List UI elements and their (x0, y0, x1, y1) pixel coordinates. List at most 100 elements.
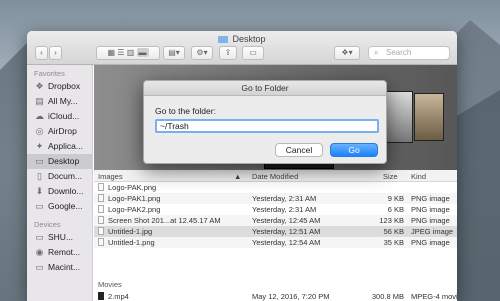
column-header-name[interactable]: Images (98, 172, 123, 181)
file-row[interactable]: Untitled-1.png Yesterday, 12:54 AM 35 KB PN… (94, 237, 457, 248)
file-name: Logo-PAK2.png (108, 205, 161, 214)
dropbox-button[interactable]: ❖▾ (334, 46, 360, 60)
file-kind: PNG image (411, 194, 450, 203)
file-icon (98, 216, 104, 224)
go-to-folder-dialog: Go to Folder Go to the folder: ~/Trash C… (143, 80, 387, 164)
file-row[interactable]: Untitled-1.jpg Yesterday, 12:51 AM 56 KB JP… (94, 226, 457, 237)
file-icon (98, 183, 104, 191)
file-row[interactable]: 2.mp4 May 12, 2016, 7:20 PM 300.8 MB MPEG-4… (94, 291, 457, 301)
sidebar-item-label: Downlo... (48, 186, 84, 196)
file-size: 300.8 MB (371, 292, 404, 301)
sidebar-item-label: All My... (48, 96, 78, 106)
file-name: Screen Shot 201...at 12.45.17 AM (108, 216, 221, 225)
file-kind: PNG image (411, 216, 450, 225)
sidebar: Favorites ❖ Dropbox ▤ All My... ☁ iCloud... ◎ A… (27, 65, 93, 301)
sidebar-item-icloud[interactable]: ☁ iCloud... (27, 109, 92, 124)
sidebar-item-downloads[interactable]: ⬇ Downlo... (27, 184, 92, 199)
sidebar-item-label: Desktop (48, 156, 80, 166)
window-title: Desktop (27, 34, 457, 44)
column-header-size[interactable]: Size (383, 172, 398, 181)
documents-icon: ▯ (37, 171, 42, 181)
sidebar-item-documents[interactable]: ▯ Docum... (27, 169, 92, 184)
sidebar-item-hard-drive[interactable]: ▭ Macint... (27, 260, 92, 275)
sidebar-item-applications[interactable]: ✦ Applica... (27, 139, 92, 154)
file-kind: JPEG image (411, 227, 454, 236)
file-icon (98, 205, 104, 213)
file-row[interactable]: Logo-PAK1.png Yesterday, 2:31 AM 9 KB PNG i… (94, 193, 457, 204)
sidebar-item-remote-disc[interactable]: ◉ Remot... (27, 245, 92, 260)
file-name: Logo-PAK.png (108, 183, 157, 192)
file-date: Yesterday, 2:31 AM (252, 194, 317, 203)
arrange-button[interactable]: ▤▾ (163, 46, 185, 60)
sidebar-item-dropbox[interactable]: ❖ Dropbox (27, 79, 92, 94)
sidebar-item-label: AirDrop (48, 126, 77, 136)
file-name: 2.mp4 (108, 292, 129, 301)
column-header-kind[interactable]: Kind (411, 172, 426, 181)
file-name: Logo-PAK1.png (108, 194, 161, 203)
sidebar-item-label: Google... (48, 201, 83, 211)
sidebar-item-label: SHU... (48, 232, 74, 242)
forward-button[interactable]: › (49, 46, 62, 60)
folder-path-input[interactable]: ~/Trash (155, 119, 379, 133)
column-header-date[interactable]: Date Modified (252, 172, 298, 181)
file-kind: PNG image (411, 238, 450, 247)
list-view-icon[interactable]: ☰ (117, 48, 124, 57)
file-row[interactable]: Screen Shot 201...at 12.45.17 AM Yesterda… (94, 215, 457, 226)
sidebar-item-google-drive[interactable]: ▭ Google... (27, 199, 92, 214)
file-size: 35 KB (383, 238, 404, 247)
action-button[interactable]: ⚙▾ (191, 46, 213, 60)
desktop-icon: ▭ (35, 156, 44, 166)
file-icon (98, 227, 104, 235)
sidebar-item-label: Docum... (48, 171, 83, 181)
back-button[interactable]: ‹ (35, 46, 48, 60)
movies-group-header: Movies (98, 280, 122, 289)
sidebar-favorites-header: Favorites (34, 69, 65, 78)
google-drive-icon: ▭ (35, 201, 44, 211)
all-my-files-icon: ▤ (35, 96, 44, 106)
dialog-label: Go to the folder: (155, 106, 216, 116)
file-row[interactable]: Logo-PAK2.png Yesterday, 2:31 AM 6 KB PNG i… (94, 204, 457, 215)
file-size: 56 KB (383, 227, 404, 236)
icon-view-icon[interactable]: ▦ (108, 48, 116, 57)
file-date: May 12, 2016, 7:20 PM (252, 292, 330, 301)
file-row[interactable]: Logo-PAK.png (94, 182, 457, 193)
gear-icon: ⚙ (196, 48, 204, 57)
cover-flow-view-icon[interactable]: ▬ (136, 48, 149, 57)
sidebar-item-label: Dropbox (48, 81, 81, 91)
column-header-row: Images ▲ Date Modified Size Kind (94, 170, 457, 182)
file-icon (98, 292, 104, 300)
dropbox-icon: ❖ (341, 48, 349, 57)
file-icon (98, 194, 104, 202)
file-date: Yesterday, 12:51 AM (252, 227, 321, 236)
go-button[interactable]: Go (330, 143, 378, 157)
dialog-title: Go to Folder (144, 81, 386, 96)
view-mode-segmented-control[interactable]: ▦ ☰ ▥ ▬ (96, 46, 160, 60)
airdrop-icon: ◎ (35, 126, 44, 136)
file-date: Yesterday, 12:45 AM (252, 216, 321, 225)
sidebar-item-computer[interactable]: ▭ SHU... (27, 230, 92, 245)
sidebar-item-all-my-files[interactable]: ▤ All My... (27, 94, 92, 109)
dropbox-icon: ❖ (35, 81, 44, 91)
column-view-icon[interactable]: ▥ (127, 48, 135, 57)
sidebar-item-label: Remot... (48, 247, 81, 257)
cancel-button[interactable]: Cancel (275, 143, 323, 157)
tag-icon: ▭ (249, 48, 257, 57)
computer-icon: ▭ (35, 232, 44, 242)
file-name: Untitled-1.png (108, 238, 155, 247)
sidebar-item-airdrop[interactable]: ◎ AirDrop (27, 124, 92, 139)
tag-button[interactable]: ▭ (242, 46, 264, 60)
file-size: 6 KB (387, 205, 404, 214)
search-field[interactable]: ⌕ Search (368, 46, 450, 60)
sidebar-item-label: iCloud... (48, 111, 80, 121)
sidebar-item-label: Macint... (48, 262, 81, 272)
sidebar-item-desktop[interactable]: ▭ Desktop (27, 154, 92, 169)
applications-icon: ✦ (35, 141, 44, 151)
file-kind: MPEG-4 movie (411, 292, 457, 301)
icloud-icon: ☁ (35, 111, 44, 121)
share-button[interactable]: ⇪ (219, 46, 237, 60)
search-icon: ⌕ (374, 48, 379, 57)
file-icon (98, 238, 104, 246)
share-icon: ⇪ (224, 48, 232, 57)
remote-disc-icon: ◉ (35, 247, 44, 257)
sort-indicator-icon: ▲ (234, 172, 242, 181)
